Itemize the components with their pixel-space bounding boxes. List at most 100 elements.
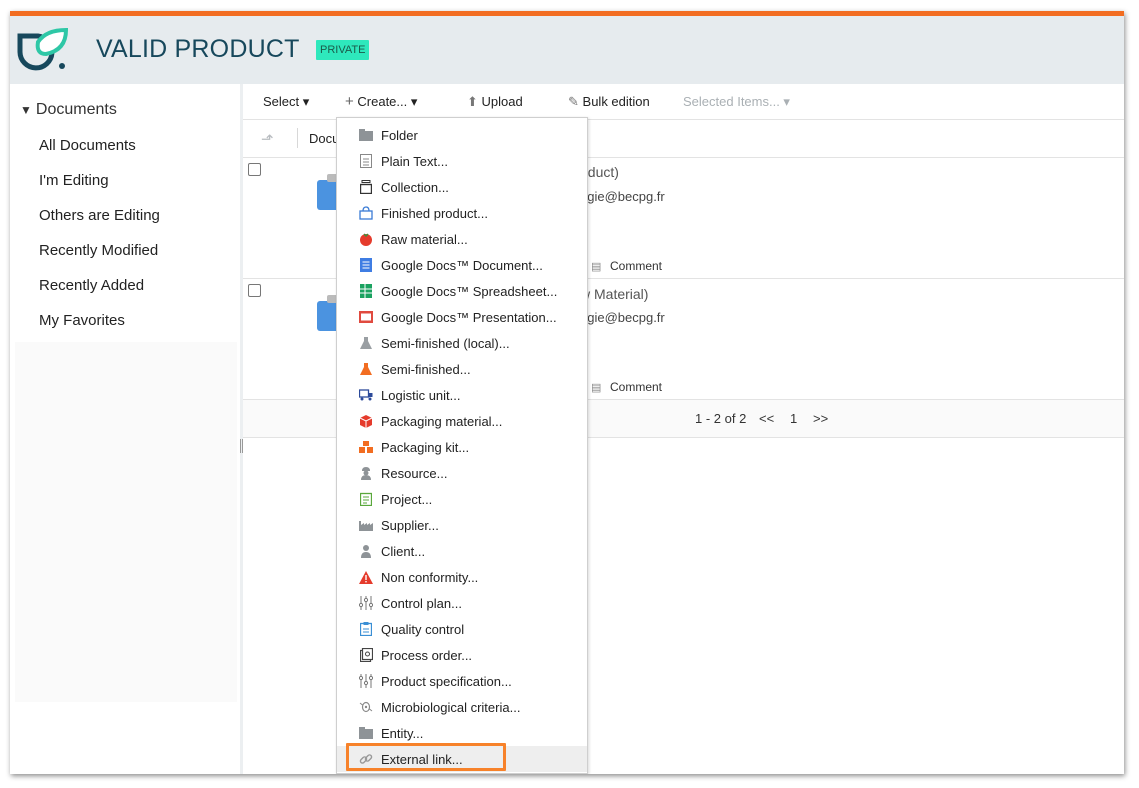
tomato-icon [358,231,374,247]
folder-up-icon[interactable]: ⬏ [261,130,274,148]
upload-icon: ⬆ [467,94,478,109]
menu-item-google-document[interactable]: Google Docs™ Document... [337,252,587,278]
truck-icon [358,387,374,403]
menu-item-finished-product[interactable]: Finished product... [337,200,587,226]
menu-item-resource[interactable]: Resource... [337,460,587,486]
menu-item-project[interactable]: Project... [337,486,587,512]
menu-item-raw-material[interactable]: Raw material... [337,226,587,252]
menu-item-process-order[interactable]: Process order... [337,642,587,668]
select-button[interactable]: Select ▾ [263,94,309,110]
menu-item-supplier[interactable]: Supplier... [337,512,587,538]
comment-icon: ▤ [591,382,602,394]
menu-item-label: Quality control [381,622,465,637]
sidebar-item-recently-added[interactable]: Recently Added [39,277,144,294]
row-title[interactable]: w Material) [580,286,648,302]
menu-item-semi-finished-local[interactable]: Semi-finished (local)... [337,330,587,356]
app-window: VALID PRODUCT PRIVATE ▼ Documents All Doc… [10,11,1124,774]
prev-page-link[interactable]: << [759,411,774,426]
microbe-icon [358,699,374,715]
menu-item-quality-control[interactable]: Quality control [337,616,587,642]
box-icon [358,413,374,429]
shopping-bag-icon [358,205,374,221]
pencil-icon: ✎ [568,94,579,109]
menu-item-label: Resource... [381,466,448,481]
google-slides-icon [358,309,374,325]
folder-icon [358,127,374,143]
sidebar: ▼ Documents All Documents I'm Editing Oth… [10,84,240,774]
warning-icon [358,569,374,585]
row-email: ogie@becpg.fr [580,189,665,204]
menu-item-semi-finished[interactable]: Semi-finished... [337,356,587,382]
bulk-edition-button[interactable]: ✎ Bulk edition [568,94,650,110]
boxes-icon [358,439,374,455]
text-file-icon [358,153,374,169]
becpg-logo-icon[interactable] [16,26,68,72]
google-sheet-icon [358,283,374,299]
menu-item-microbiological-criteria[interactable]: Microbiological criteria... [337,694,587,720]
toolbar: Select ▾ + Create... ▾ ⬆ Upload ✎ Bulk e… [243,84,1124,120]
menu-item-product-specification[interactable]: Product specification... [337,668,587,694]
worker-icon [358,465,374,481]
menu-item-google-spreadsheet[interactable]: Google Docs™ Spreadsheet... [337,278,587,304]
upload-label: Upload [481,94,523,109]
menu-item-control-plan[interactable]: Control plan... [337,590,587,616]
menu-item-label: Google Docs™ Spreadsheet... [381,284,558,299]
next-page-link[interactable]: >> [813,411,828,426]
selected-items-button[interactable]: Selected Items... ▾ [683,94,790,110]
site-title: VALID PRODUCT [96,35,300,63]
menu-item-google-presentation[interactable]: Google Docs™ Presentation... [337,304,587,330]
sidebar-item-others-editing[interactable]: Others are Editing [39,207,160,224]
menu-item-label: Semi-finished (local)... [381,336,510,351]
sidebar-item-all-documents[interactable]: All Documents [39,137,136,154]
menu-item-plain-text[interactable]: Plain Text... [337,148,587,174]
menu-item-non-conformity[interactable]: Non conformity... [337,564,587,590]
triangle-down-icon: ▼ [20,103,32,117]
menu-item-collection[interactable]: Collection... [337,174,587,200]
sidebar-item-my-favorites[interactable]: My Favorites [39,312,125,329]
menu-item-label: Raw material... [381,232,468,247]
menu-item-logistic-unit[interactable]: Logistic unit... [337,382,587,408]
sliders-icon [358,673,374,689]
menu-item-label: Control plan... [381,596,462,611]
menu-item-label: Semi-finished... [381,362,471,377]
google-doc-icon [358,257,374,273]
sidebar-panel [15,342,237,702]
page-number[interactable]: 1 [790,411,797,426]
comment-icon: ▤ [591,261,602,273]
flask-grey-icon [358,335,374,351]
site-header: VALID PRODUCT PRIVATE [10,16,1124,84]
comment-link[interactable]: Comment [610,259,662,273]
menu-item-label: Process order... [381,648,473,663]
breadcrumb[interactable]: Docu [309,131,339,146]
documents-tree-toggle[interactable]: ▼ Documents [20,101,117,119]
splitter-grip-icon[interactable] [240,439,243,453]
folder-icon [358,725,374,741]
row-email: ogie@becpg.fr [580,310,665,325]
process-icon [358,647,374,663]
menu-item-label: Product specification... [381,674,512,689]
menu-item-packaging-material[interactable]: Packaging material... [337,408,587,434]
comment-link[interactable]: Comment [610,380,662,394]
highlight-box [346,743,506,771]
menu-item-label: Logistic unit... [381,388,461,403]
menu-item-packaging-kit[interactable]: Packaging kit... [337,434,587,460]
menu-item-client[interactable]: Client... [337,538,587,564]
sidebar-item-im-editing[interactable]: I'm Editing [39,172,109,189]
menu-item-label: Finished product... [381,206,488,221]
menu-item-label: Entity... [381,726,424,741]
menu-item-label: Collection... [381,180,449,195]
sliders-icon [358,595,374,611]
menu-item-label: Non conformity... [381,570,479,585]
client-icon [358,543,374,559]
menu-item-label: Microbiological criteria... [381,700,521,715]
tree-label: Documents [35,101,117,118]
menu-item-folder[interactable]: Folder [337,122,587,148]
sidebar-item-recently-modified[interactable]: Recently Modified [39,242,158,259]
project-icon [358,491,374,507]
row-checkbox[interactable] [248,163,261,176]
menu-item-label: Google Docs™ Presentation... [381,310,557,325]
menu-item-label: Supplier... [381,518,439,533]
row-checkbox[interactable] [248,284,261,297]
upload-button[interactable]: ⬆ Upload [467,94,523,110]
create-button[interactable]: + Create... ▾ [345,94,417,110]
